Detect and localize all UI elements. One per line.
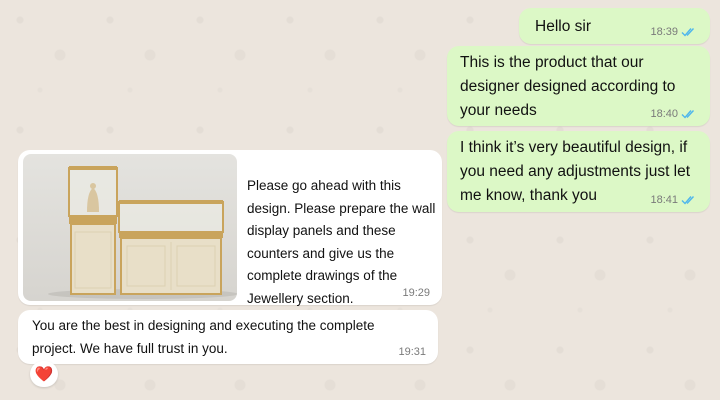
chat-conversation: Hello sir 18:39 This is the product that… <box>0 0 720 400</box>
message-meta: 18:41 <box>650 194 698 206</box>
message-meta: 18:39 <box>650 26 698 38</box>
message-time: 18:41 <box>650 194 678 206</box>
double-check-icon <box>681 109 698 119</box>
jewellery-counter-image <box>48 166 237 299</box>
message-bubble-outgoing[interactable]: I think it’s very beautiful design, if y… <box>447 131 710 212</box>
double-check-icon <box>681 27 698 37</box>
message-text: You are the best in designing and execut… <box>32 318 375 356</box>
message-bubble-incoming[interactable]: Please go ahead with this design. Please… <box>18 150 442 306</box>
message-bubble-outgoing[interactable]: Hello sir 18:39 <box>519 8 710 44</box>
message-meta: 19:31 <box>398 346 426 358</box>
message-time: 18:40 <box>650 108 678 120</box>
message-text: Hello sir <box>535 18 591 35</box>
message-bubble-outgoing[interactable]: This is the product that our designer de… <box>447 46 710 126</box>
message-image[interactable] <box>23 154 237 301</box>
message-meta: 18:40 <box>650 108 698 120</box>
double-check-icon <box>681 195 698 205</box>
heart-icon[interactable]: ❤️ <box>30 361 58 387</box>
message-time: 18:39 <box>650 26 678 38</box>
message-meta: 19:29 <box>402 287 430 299</box>
message-time: 19:31 <box>398 346 426 358</box>
message-time: 19:29 <box>402 287 430 299</box>
message-bubble-incoming[interactable]: You are the best in designing and execut… <box>18 310 438 364</box>
